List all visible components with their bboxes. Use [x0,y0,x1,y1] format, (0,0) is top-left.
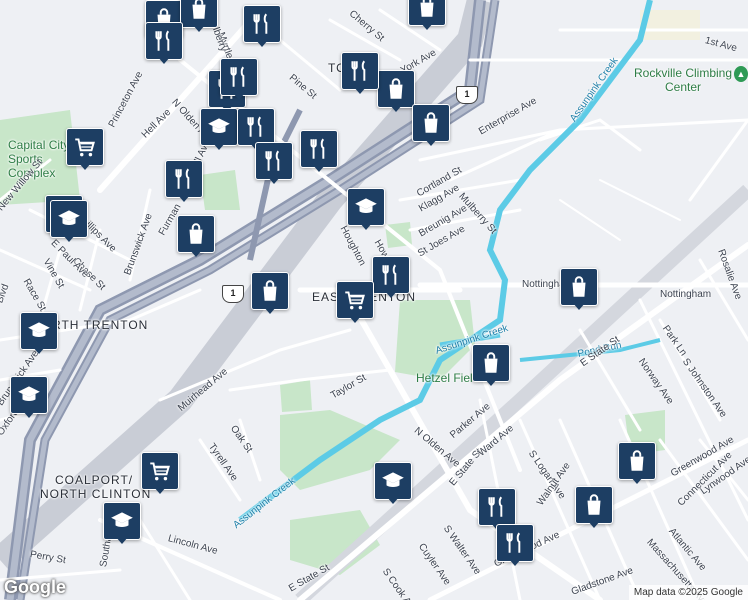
restaurant-icon [496,524,534,562]
shopping-bag-icon [251,272,289,310]
marker-restaurant[interactable] [165,160,203,202]
restaurant-icon [478,488,516,526]
marker-shopping-bag[interactable] [618,442,656,484]
marker-school[interactable] [374,462,412,504]
shopping-cart-icon [141,452,179,490]
shopping-cart-icon [66,128,104,166]
school-icon [200,108,238,146]
marker-restaurant[interactable] [220,58,258,100]
route-1-shield: 1 [456,86,478,104]
marker-shopping-cart[interactable] [141,452,179,494]
map-attribution[interactable]: Map data ©2025 Google [628,585,748,600]
school-icon [374,462,412,500]
shopping-bag-icon [412,104,450,142]
restaurant-icon [145,22,183,60]
shopping-bag-icon [575,486,613,524]
marker-shopping-cart[interactable] [66,128,104,170]
marker-school[interactable] [50,200,88,242]
shopping-bag-icon [377,70,415,108]
school-icon [20,312,58,350]
marker-restaurant[interactable] [255,142,293,184]
marker-shopping-bag[interactable] [177,215,215,257]
restaurant-icon [243,5,281,43]
marker-school[interactable] [200,108,238,150]
marker-shopping-bag[interactable] [377,70,415,112]
park-small [280,380,312,412]
marker-restaurant[interactable] [341,52,379,94]
map-canvas[interactable]: 1 1 EAST TRENTON NORTH TRENTON COALPORT/… [0,0,748,600]
restaurant-icon [300,130,338,168]
marker-shopping-bag[interactable] [408,0,446,30]
poi-label-rockville: Rockville Climbing Center [633,66,733,94]
school-icon [103,502,141,540]
park-label-hetzel-field: Hetzel Field [416,371,480,385]
marker-shopping-bag[interactable] [472,344,510,386]
marker-school[interactable] [347,188,385,230]
area-label-north-clinton: NORTH CLINTON [40,487,152,501]
climbing-icon: ▲ [734,66,748,82]
marker-shopping-bag[interactable] [180,0,218,32]
marker-shopping-bag[interactable] [560,268,598,310]
marker-shopping-bag[interactable] [251,272,289,314]
marker-shopping-bag[interactable] [575,486,613,528]
marker-restaurant[interactable] [145,22,183,64]
street-label: Nottingham [660,289,712,300]
marker-restaurant[interactable] [300,130,338,172]
google-logo: Google [4,577,66,597]
restaurant-icon [255,142,293,180]
marker-restaurant[interactable] [496,524,534,566]
restaurant-icon [237,108,275,146]
route-1-shield: 1 [222,285,244,303]
marker-restaurant[interactable] [243,5,281,47]
restaurant-icon [220,58,258,96]
restaurant-icon [372,256,410,294]
shopping-bag-icon [472,344,510,382]
school-icon [50,200,88,238]
shopping-bag-icon [618,442,656,480]
restaurant-icon [341,52,379,90]
shopping-bag-icon [177,215,215,253]
marker-shopping-bag[interactable] [412,104,450,146]
marker-restaurant[interactable] [372,256,410,298]
park-small-2 [200,170,240,210]
marker-school[interactable] [103,502,141,544]
school-icon [10,376,48,414]
area-label-coalport: COALPORT/ [55,473,134,487]
school-icon [347,188,385,226]
shopping-cart-icon [336,281,374,319]
restaurant-icon [165,160,203,198]
marker-shopping-cart[interactable] [336,281,374,323]
marker-school[interactable] [20,312,58,354]
shopping-bag-icon [560,268,598,306]
marker-school[interactable] [10,376,48,418]
